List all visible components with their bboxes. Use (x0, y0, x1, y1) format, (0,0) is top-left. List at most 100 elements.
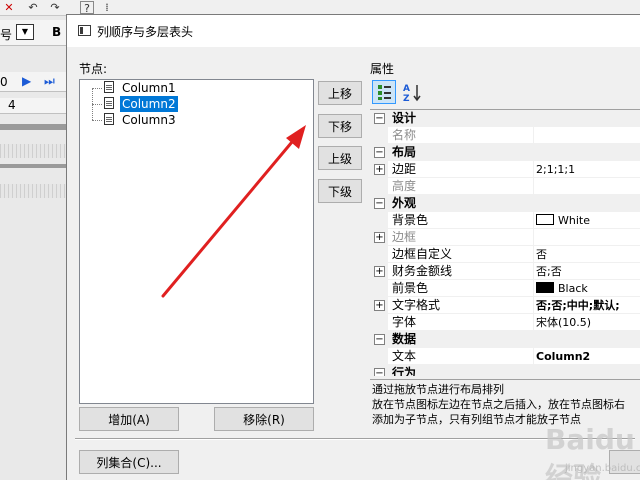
property-category[interactable]: − 外观 (370, 195, 640, 212)
property-row[interactable]: + 边框 (370, 229, 640, 246)
tree-connector (92, 104, 102, 105)
categorized-icon (378, 85, 391, 100)
property-value[interactable] (534, 229, 640, 246)
property-name: 边框自定义 (388, 246, 534, 263)
property-category[interactable]: − 布局 (370, 144, 640, 161)
tree-node-column2[interactable]: Column2 (80, 96, 200, 112)
bold-label[interactable]: B (52, 25, 61, 39)
row-gutter (370, 280, 388, 297)
font-size-dropdown[interactable]: ▼ (16, 24, 34, 40)
divider (0, 164, 68, 168)
property-row[interactable]: 背景色 White (370, 212, 640, 229)
property-value[interactable]: Column2 (534, 348, 640, 365)
alphabetical-view-button[interactable]: A Z (402, 82, 422, 104)
level-down-button[interactable]: 下级 (318, 179, 362, 203)
tree-node-label[interactable]: Column3 (120, 112, 178, 128)
row-gutter (370, 246, 388, 263)
undo-icon[interactable]: ↶ (26, 1, 40, 14)
property-name: 字体 (388, 314, 534, 331)
collapse-icon[interactable]: − (374, 368, 385, 376)
category-label: 行为 (388, 365, 640, 376)
grid-row (0, 144, 68, 158)
last-page-icon[interactable]: ⏭ (44, 74, 55, 89)
property-value[interactable] (534, 127, 640, 144)
navigation-row: 0 ▶ ⏭ (0, 72, 68, 92)
property-name: 边距 (388, 161, 534, 178)
tree-node-label[interactable]: Column1 (120, 80, 178, 96)
property-row[interactable]: 名称 (370, 127, 640, 144)
property-category[interactable]: − 行为 (370, 365, 640, 376)
color-swatch (536, 282, 554, 293)
property-value[interactable]: 否;否 (534, 263, 640, 280)
move-up-button[interactable]: 上移 (318, 81, 362, 105)
property-value[interactable]: Black (534, 280, 640, 297)
property-category[interactable]: − 数据 (370, 331, 640, 348)
collapse-icon[interactable]: − (374, 147, 385, 158)
category-label: 数据 (388, 331, 640, 348)
ruler-value: 4 (8, 98, 16, 112)
expand-icon[interactable]: + (374, 232, 385, 243)
align-icon[interactable]: ⁞ (100, 1, 114, 14)
property-name: 文本 (388, 348, 534, 365)
property-value[interactable]: 2;1;1;1 (534, 161, 640, 178)
close-x-icon[interactable]: ✕ (2, 1, 16, 14)
font-size-row: 号 ▼ B (0, 20, 68, 46)
property-category[interactable]: − 设计 (370, 110, 640, 127)
ruler-row: 4 (0, 98, 68, 114)
property-row[interactable]: 高度 (370, 178, 640, 195)
collapse-icon[interactable]: − (374, 198, 385, 209)
property-name: 高度 (388, 178, 534, 195)
property-value-text: Column2 (536, 350, 591, 363)
nodes-label: 节点: (79, 62, 108, 76)
background-left-panel: 号 ▼ B 0 ▶ ⏭ 4 (0, 16, 68, 480)
property-value-text: Black (558, 282, 588, 295)
property-row[interactable]: + 边距 2;1;1;1 (370, 161, 640, 178)
help-icon[interactable]: ? (80, 1, 94, 15)
remove-button[interactable]: 移除(R) (214, 407, 314, 431)
property-row[interactable]: + 财务金额线 否;否 (370, 263, 640, 280)
column-set-button[interactable]: 列集合(C)... (79, 450, 179, 474)
dialog-titlebar: 列顺序与多层表头 (67, 15, 640, 47)
collapse-icon[interactable]: − (374, 334, 385, 345)
tree-node-label-selected[interactable]: Column2 (120, 96, 178, 112)
categorized-view-button[interactable] (372, 80, 396, 104)
move-down-button[interactable]: 下移 (318, 114, 362, 138)
property-row[interactable]: 前景色 Black (370, 280, 640, 297)
property-name: 财务金额线 (388, 263, 534, 280)
property-row[interactable]: 字体 宋体(10.5) (370, 314, 640, 331)
add-button[interactable]: 增加(A) (79, 407, 179, 431)
property-value-text: 宋体(10.5) (536, 316, 592, 329)
property-value[interactable]: 宋体(10.5) (534, 314, 640, 331)
level-up-button[interactable]: 上级 (318, 146, 362, 170)
tree-connector (92, 120, 102, 121)
dialog-title: 列顺序与多层表头 (97, 25, 194, 39)
play-icon[interactable]: ▶ (22, 74, 31, 88)
property-name: 背景色 (388, 212, 534, 229)
redo-icon[interactable]: ↷ (48, 1, 62, 14)
property-grid[interactable]: − 设计 名称 − 布局 + 边距 2;1;1;1 高度 − 外观 背景色 White + 边框 边框自定义否… (370, 109, 640, 376)
property-value[interactable]: 否;否;中中;默认; (534, 297, 640, 314)
collapse-icon[interactable]: − (374, 113, 385, 124)
description-line: 放在节点图标左边在节点之后插入，放在节点图标右 (372, 398, 625, 411)
node-tree[interactable]: Column1 Column2 Column3 (79, 79, 314, 404)
document-icon (104, 81, 114, 93)
row-gutter (370, 178, 388, 195)
tree-connector (92, 88, 102, 89)
property-row[interactable]: 边框自定义否 (370, 246, 640, 263)
tree-node-column1[interactable]: Column1 (80, 80, 200, 96)
property-row[interactable]: + 文字格式 否;否;中中;默认; (370, 297, 640, 314)
expand-icon[interactable]: + (374, 300, 385, 311)
category-label: 设计 (388, 110, 640, 127)
svg-text:A: A (403, 84, 410, 94)
zoom-value: 0 (0, 75, 8, 89)
property-value-text: 2;1;1;1 (536, 163, 576, 176)
property-row[interactable]: 文本 Column2 (370, 348, 640, 365)
tree-node-column3[interactable]: Column3 (80, 112, 200, 128)
expand-icon[interactable]: + (374, 164, 385, 175)
expand-icon[interactable]: + (374, 266, 385, 277)
svg-text:Z: Z (403, 94, 410, 102)
property-value[interactable] (534, 178, 640, 195)
property-value[interactable]: White (534, 212, 640, 229)
grid-row (0, 184, 68, 198)
property-value[interactable]: 否 (534, 246, 640, 263)
